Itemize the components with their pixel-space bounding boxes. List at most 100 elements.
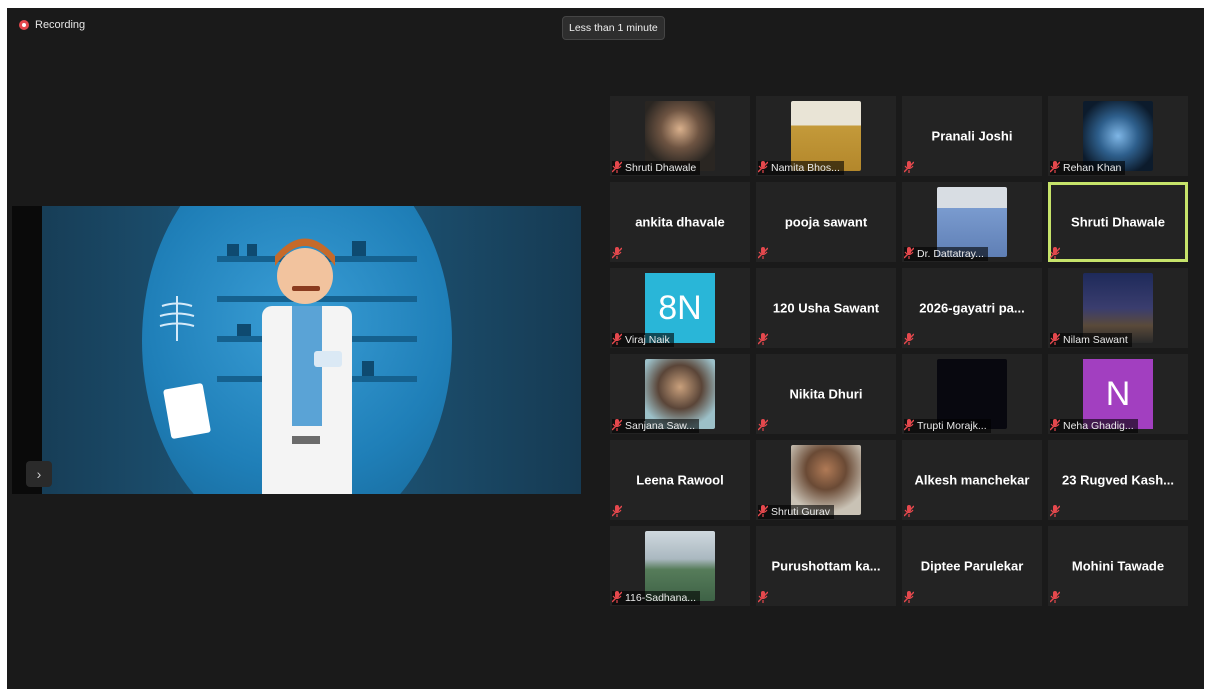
- participant-label: Shruti Gurav: [758, 504, 834, 520]
- mic-muted-icon: [758, 332, 768, 348]
- chevron-right-icon: ›: [36, 466, 42, 482]
- meeting-window: Recording Less than 1 minute › Shruti Dh…: [7, 8, 1204, 689]
- participant-name: pooja sawant: [784, 214, 868, 230]
- participant-name: Purushottam ka...: [771, 558, 881, 574]
- mic-muted-icon: [758, 418, 768, 434]
- participant-gallery: Shruti Dhawale Namita Bhos... Pranali Josh…: [610, 96, 1188, 606]
- mic-muted-icon: [1050, 504, 1060, 520]
- participant-label: [1050, 246, 1064, 262]
- mic-muted-icon: [904, 418, 914, 434]
- participant-tile[interactable]: 2026-gayatri pa...: [902, 268, 1042, 348]
- timer-label: Less than 1 minute: [569, 22, 658, 34]
- mic-muted-icon: [904, 590, 914, 606]
- participant-label: Sanjana Saw...: [612, 418, 700, 434]
- participant-tile[interactable]: Mohini Tawade: [1048, 526, 1188, 606]
- participant-label: [1050, 504, 1064, 520]
- participant-tile[interactable]: ankita dhavale: [610, 182, 750, 262]
- mic-muted-icon: [758, 246, 768, 262]
- recording-indicator[interactable]: Recording: [19, 19, 85, 31]
- participant-label: Rehan Khan: [1050, 160, 1126, 176]
- mic-muted-icon: [1050, 160, 1060, 176]
- participant-tile[interactable]: 120 Usha Sawant: [756, 268, 896, 348]
- participant-tile[interactable]: Trupti Morajk...: [902, 354, 1042, 434]
- mic-muted-icon: [1050, 418, 1060, 434]
- mic-muted-icon: [612, 418, 622, 434]
- participant-label-text: Shruti Gurav: [771, 506, 830, 518]
- participant-label-text: Viraj Naik: [625, 334, 670, 346]
- mic-muted-icon: [612, 246, 622, 262]
- participant-label: Nilam Sawant: [1050, 332, 1132, 348]
- participant-label-text: Rehan Khan: [1063, 162, 1122, 174]
- participant-label-text: Nilam Sawant: [1063, 334, 1128, 346]
- participant-name: Diptee Parulekar: [920, 558, 1024, 574]
- participant-tile[interactable]: Nilam Sawant: [1048, 268, 1188, 348]
- participant-tile[interactable]: Diptee Parulekar: [902, 526, 1042, 606]
- participant-label: [758, 246, 772, 262]
- mic-muted-icon: [612, 590, 622, 606]
- mic-muted-icon: [758, 160, 768, 176]
- participant-tile[interactable]: 116-Sadhana...: [610, 526, 750, 606]
- next-page-button[interactable]: ›: [26, 461, 52, 487]
- participant-label: [758, 418, 772, 434]
- participant-tile[interactable]: Alkesh manchekar: [902, 440, 1042, 520]
- participant-label: 116-Sadhana...: [612, 590, 701, 606]
- participant-tile[interactable]: Leena Rawool: [610, 440, 750, 520]
- meeting-timer: Less than 1 minute: [562, 16, 665, 40]
- participant-tile[interactable]: Sanjana Saw...: [610, 354, 750, 434]
- participant-label-text: Trupti Morajk...: [917, 420, 987, 432]
- participant-tile[interactable]: Shruti Gurav: [756, 440, 896, 520]
- participant-tile[interactable]: 23 Rugved Kash...: [1048, 440, 1188, 520]
- participant-tile[interactable]: pooja sawant: [756, 182, 896, 262]
- participant-name: Leena Rawool: [636, 472, 724, 488]
- participant-name: Pranali Joshi: [931, 128, 1013, 144]
- mic-muted-icon: [758, 504, 768, 520]
- participant-label-text: Namita Bhos...: [771, 162, 840, 174]
- mic-muted-icon: [1050, 246, 1060, 262]
- participant-label: Neha Ghadig...: [1050, 418, 1138, 434]
- mic-muted-icon: [904, 160, 914, 176]
- participant-label: Trupti Morajk...: [904, 418, 991, 434]
- participant-label: [758, 590, 772, 606]
- participant-tile[interactable]: Nikita Dhuri: [756, 354, 896, 434]
- recording-icon: [19, 20, 29, 30]
- mic-muted-icon: [1050, 590, 1060, 606]
- mic-muted-icon: [1050, 332, 1060, 348]
- mic-muted-icon: [904, 246, 914, 262]
- participant-name: 120 Usha Sawant: [772, 300, 880, 316]
- participant-tile[interactable]: Shruti Dhawale: [1048, 182, 1188, 262]
- participant-label: [904, 160, 918, 176]
- mic-muted-icon: [612, 504, 622, 520]
- participant-name: Mohini Tawade: [1071, 558, 1165, 574]
- participant-label: [612, 246, 626, 262]
- participant-label-text: Dr. Dattatray...: [917, 248, 984, 260]
- mic-muted-icon: [612, 160, 622, 176]
- participant-tile[interactable]: Rehan Khan: [1048, 96, 1188, 176]
- participant-label: [904, 590, 918, 606]
- participant-tile[interactable]: Dr. Dattatray...: [902, 182, 1042, 262]
- participant-tile[interactable]: 8N Viraj Naik: [610, 268, 750, 348]
- participant-tile[interactable]: Namita Bhos...: [756, 96, 896, 176]
- participant-tile[interactable]: Shruti Dhawale: [610, 96, 750, 176]
- mic-muted-icon: [904, 504, 914, 520]
- participant-label: [1050, 590, 1064, 606]
- participant-label: [904, 332, 918, 348]
- participant-label-text: Sanjana Saw...: [625, 420, 696, 432]
- mic-muted-icon: [904, 332, 914, 348]
- mic-muted-icon: [758, 590, 768, 606]
- participant-label: Namita Bhos...: [758, 160, 844, 176]
- participant-name: 23 Rugved Kash...: [1062, 472, 1174, 488]
- participant-label-text: Neha Ghadig...: [1063, 420, 1134, 432]
- participant-name: 2026-gayatri pa...: [919, 300, 1025, 316]
- participant-label-text: 116-Sadhana...: [625, 592, 697, 604]
- participant-label: Shruti Dhawale: [612, 160, 701, 176]
- participant-label: Viraj Naik: [612, 332, 674, 348]
- mic-muted-icon: [612, 332, 622, 348]
- participant-label: [904, 504, 918, 520]
- shared-screen[interactable]: ›: [12, 206, 581, 494]
- participant-tile[interactable]: Pranali Joshi: [902, 96, 1042, 176]
- participant-name: Shruti Dhawale: [1071, 214, 1165, 230]
- participant-label: [612, 504, 626, 520]
- participant-tile[interactable]: N Neha Ghadig...: [1048, 354, 1188, 434]
- participant-tile[interactable]: Purushottam ka...: [756, 526, 896, 606]
- participant-name: ankita dhavale: [635, 214, 725, 230]
